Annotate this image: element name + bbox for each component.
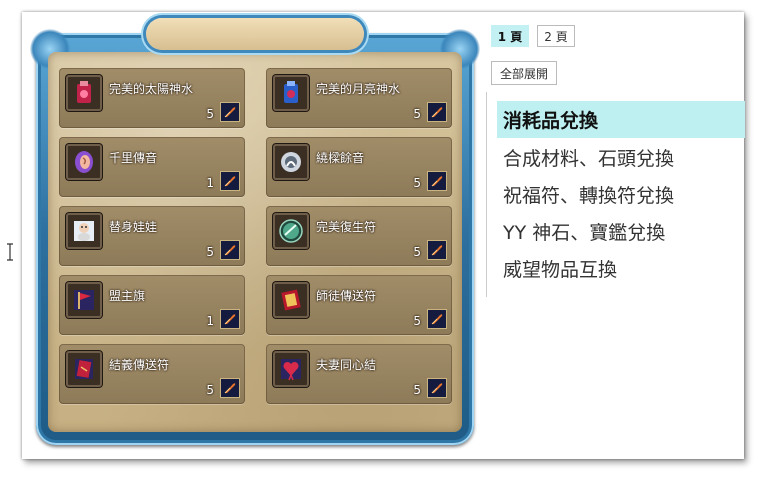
exchange-button[interactable] [427, 171, 447, 191]
exchange-button[interactable] [427, 309, 447, 329]
item-quantity: 5 [413, 383, 421, 397]
item-slot: 千里傳音 1 [59, 137, 245, 197]
blue-potion-icon [273, 75, 309, 111]
item-slot: 替身娃娃 5 [59, 206, 245, 266]
red-potion-icon [66, 75, 102, 111]
item-name: 完美的太陽神水 [109, 82, 194, 96]
item-name: 完美的月亮神水 [316, 82, 401, 96]
item-slot: 盟主旗 1 [59, 275, 245, 335]
item-slot: 完美的太陽神水 5 [59, 68, 245, 128]
item-name: 替身娃娃 [109, 220, 158, 234]
text-cursor-icon [7, 243, 13, 261]
feather-quill-icon [224, 245, 236, 256]
item-quantity: 1 [206, 176, 214, 190]
feather-quill-icon [431, 107, 443, 118]
item-name: 結義傳送符 [109, 358, 170, 372]
feather-quill-icon [431, 245, 443, 256]
panel-title-plate [146, 18, 364, 50]
heart-knot-icon [273, 351, 309, 387]
category-yy-stones[interactable]: YY 神石、寶鑑兌換 [497, 213, 745, 250]
exchange-button[interactable] [427, 240, 447, 260]
item-slot: 夫妻同心結 5 [266, 344, 452, 404]
item-quantity: 5 [413, 314, 421, 328]
item-quantity: 5 [206, 245, 214, 259]
ear-icon [66, 144, 102, 180]
item-name: 盟主旗 [109, 289, 146, 303]
exchange-button[interactable] [220, 240, 240, 260]
item-quantity: 5 [206, 383, 214, 397]
page-2-button[interactable]: 2 頁 [537, 25, 575, 47]
category-divider [486, 92, 487, 297]
revive-orb-icon [273, 213, 309, 249]
item-quantity: 5 [413, 107, 421, 121]
item-slot: 師徒傳送符 5 [266, 275, 452, 335]
feather-quill-icon [431, 383, 443, 394]
item-slot: 繞樑餘音 5 [266, 137, 452, 197]
feather-quill-icon [224, 176, 236, 187]
exchange-button[interactable] [220, 378, 240, 398]
item-name: 完美復生符 [316, 220, 377, 234]
item-name: 千里傳音 [109, 151, 158, 165]
item-quantity: 5 [413, 245, 421, 259]
exchange-panel: 完美的太陽神水 5 完美的月亮神水 5 千里傳音 1 繞樑餘音 5 替身娃娃 5… [48, 52, 462, 432]
feather-quill-icon [224, 383, 236, 394]
flag-icon [66, 282, 102, 318]
item-quantity: 5 [413, 176, 421, 190]
exchange-button[interactable] [427, 378, 447, 398]
exchange-button[interactable] [220, 171, 240, 191]
category-consumables[interactable]: 消耗品兌換 [497, 101, 745, 138]
category-blessing-charms[interactable]: 祝福符、轉換符兌換 [497, 176, 745, 213]
item-name: 夫妻同心結 [316, 358, 377, 372]
doll-icon [66, 213, 102, 249]
sound-ring-icon [273, 144, 309, 180]
exchange-button[interactable] [427, 102, 447, 122]
item-name: 繞樑餘音 [316, 151, 365, 165]
red-scroll-icon [273, 282, 309, 318]
item-name: 師徒傳送符 [316, 289, 377, 303]
item-slot: 完美的月亮神水 5 [266, 68, 452, 128]
feather-quill-icon [224, 107, 236, 118]
item-quantity: 1 [206, 314, 214, 328]
item-slot: 完美復生符 5 [266, 206, 452, 266]
feather-quill-icon [224, 314, 236, 325]
item-slot: 結義傳送符 5 [59, 344, 245, 404]
feather-quill-icon [431, 314, 443, 325]
expand-all-button[interactable]: 全部展開 [491, 61, 557, 85]
exchange-button[interactable] [220, 102, 240, 122]
feather-quill-icon [431, 176, 443, 187]
red-card-icon [66, 351, 102, 387]
category-prestige-items[interactable]: 威望物品互換 [497, 250, 745, 287]
page-1-button[interactable]: 1 頁 [491, 25, 529, 47]
category-materials-stones[interactable]: 合成材料、石頭兌換 [497, 139, 745, 176]
exchange-button[interactable] [220, 309, 240, 329]
item-quantity: 5 [206, 107, 214, 121]
